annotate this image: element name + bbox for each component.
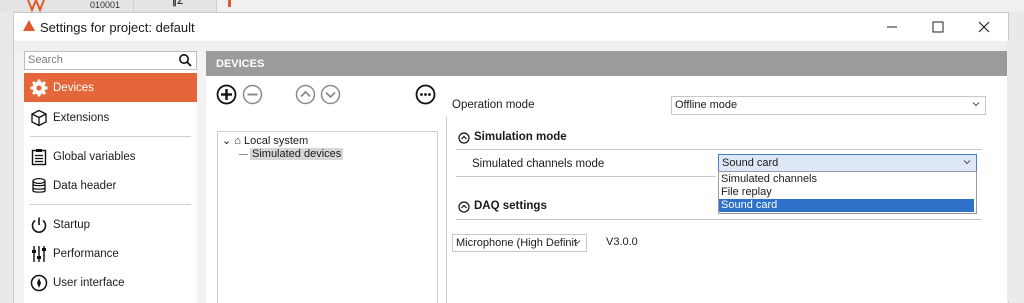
operation-mode-select[interactable]: Offline mode bbox=[671, 96, 986, 115]
daq-device-select[interactable]: Microphone (High Definit bbox=[452, 234, 587, 252]
window-title: Settings for project: default bbox=[40, 20, 195, 35]
title-bar: Settings for project: default bbox=[14, 13, 1008, 41]
maximize-button[interactable] bbox=[915, 13, 961, 41]
sidebar-divider bbox=[30, 136, 191, 137]
chevron-down-icon bbox=[573, 240, 581, 245]
add-icon[interactable] bbox=[216, 84, 237, 105]
collapse-icon[interactable] bbox=[458, 201, 470, 213]
daq-settings-heading: DAQ settings bbox=[474, 200, 547, 212]
background-tile-3: ∥Σ bbox=[134, 0, 217, 12]
option-label: Simulated channels bbox=[721, 173, 818, 185]
daq-device-value: Microphone (High Definit bbox=[456, 237, 578, 249]
sidebar-item-label: Startup bbox=[53, 218, 91, 231]
tree-connector bbox=[239, 154, 248, 155]
tree-node-local-system[interactable]: ⌄ ⌂ Local system bbox=[222, 134, 308, 147]
close-button[interactable] bbox=[961, 13, 1007, 41]
cube-icon bbox=[29, 108, 49, 128]
devices-panel: DEVICES Operation mode Offline mode ⌄ ⌂ … bbox=[206, 51, 1008, 303]
sidebar-divider bbox=[30, 204, 191, 205]
power-icon bbox=[29, 215, 49, 235]
background-marker bbox=[228, 0, 231, 7]
option-simulated-channels[interactable]: Simulated channels bbox=[719, 173, 974, 186]
remove-icon[interactable] bbox=[242, 84, 263, 105]
background-tile-1 bbox=[0, 0, 64, 12]
move-down-icon[interactable] bbox=[320, 84, 341, 105]
section-divider bbox=[456, 219, 982, 220]
more-options-icon[interactable] bbox=[415, 84, 436, 105]
option-label: File replay bbox=[721, 186, 772, 198]
sidebar-item-label: Data header bbox=[53, 179, 117, 192]
clipboard-icon bbox=[29, 147, 49, 167]
simulated-channels-select[interactable]: Sound card bbox=[718, 154, 977, 172]
sidebar-item-label: Global variables bbox=[53, 150, 136, 163]
chevron-down-icon bbox=[972, 102, 980, 107]
operation-mode-value: Offline mode bbox=[675, 99, 738, 111]
search-icon[interactable] bbox=[178, 53, 192, 67]
option-file-replay[interactable]: File replay bbox=[719, 186, 974, 199]
gear-icon bbox=[29, 78, 49, 98]
operation-mode-label: Operation mode bbox=[452, 99, 535, 111]
sidebar-item-extensions[interactable]: Extensions bbox=[24, 103, 197, 132]
device-tree[interactable]: ⌄ ⌂ Local system Simulated devices bbox=[217, 131, 438, 303]
background-label: 010001 bbox=[90, 0, 121, 10]
maximize-icon bbox=[932, 21, 944, 33]
settings-window: Settings for project: default Search Dev… bbox=[13, 12, 1009, 303]
daq-version: V3.0.0 bbox=[606, 236, 638, 248]
sidebar-item-performance[interactable]: Performance bbox=[24, 239, 197, 268]
sidebar-item-label: Extensions bbox=[53, 111, 110, 124]
chevron-down-icon bbox=[963, 160, 971, 165]
minimize-icon bbox=[887, 26, 897, 28]
option-label: Sound card bbox=[721, 199, 778, 211]
simulation-mode-heading: Simulation mode bbox=[474, 131, 567, 143]
search-placeholder: Search bbox=[28, 54, 63, 66]
background-tile-2: 010001 bbox=[63, 0, 134, 12]
simulated-channels-dropdown: Simulated channels File replay Sound car… bbox=[718, 171, 977, 214]
tree-node-simulated-devices[interactable]: Simulated devices bbox=[250, 148, 344, 160]
panel-divider bbox=[446, 117, 447, 303]
search-input[interactable]: Search bbox=[24, 51, 197, 70]
panel-title: DEVICES bbox=[216, 58, 265, 70]
tree-node-label: Local system bbox=[243, 135, 309, 147]
sidebar-item-label: User interface bbox=[53, 276, 125, 289]
app-logo-icon bbox=[23, 20, 35, 31]
sidebar-item-label: Performance bbox=[53, 247, 119, 260]
wave-icon bbox=[27, 0, 45, 12]
database-icon bbox=[29, 176, 49, 196]
compass-icon bbox=[29, 273, 49, 293]
simulated-channels-value: Sound card bbox=[722, 157, 779, 169]
background-scrollbar bbox=[1007, 40, 1024, 302]
section-divider bbox=[456, 149, 982, 150]
sidebar-item-label: Devices bbox=[53, 81, 94, 94]
sliders-icon bbox=[29, 244, 49, 264]
move-up-icon[interactable] bbox=[295, 84, 316, 105]
sidebar-item-startup[interactable]: Startup bbox=[24, 210, 197, 239]
sidebar-item-user-interface[interactable]: User interface bbox=[24, 268, 197, 297]
simulated-channels-label: Simulated channels mode bbox=[472, 158, 605, 170]
sidebar-item-data-header[interactable]: Data header bbox=[24, 171, 197, 200]
collapse-icon[interactable] bbox=[458, 132, 470, 144]
option-sound-card[interactable]: Sound card bbox=[719, 199, 974, 212]
sidebar: Search Devices Extensions Global variabl… bbox=[24, 51, 197, 303]
row-divider bbox=[456, 176, 716, 177]
background-tile-icon-label: ∥Σ bbox=[172, 0, 184, 7]
minimize-button[interactable] bbox=[869, 13, 915, 41]
panel-header: DEVICES bbox=[206, 51, 1008, 76]
sidebar-item-devices[interactable]: Devices bbox=[24, 73, 197, 102]
sidebar-item-global-variables[interactable]: Global variables bbox=[24, 142, 197, 171]
close-icon bbox=[978, 21, 990, 33]
